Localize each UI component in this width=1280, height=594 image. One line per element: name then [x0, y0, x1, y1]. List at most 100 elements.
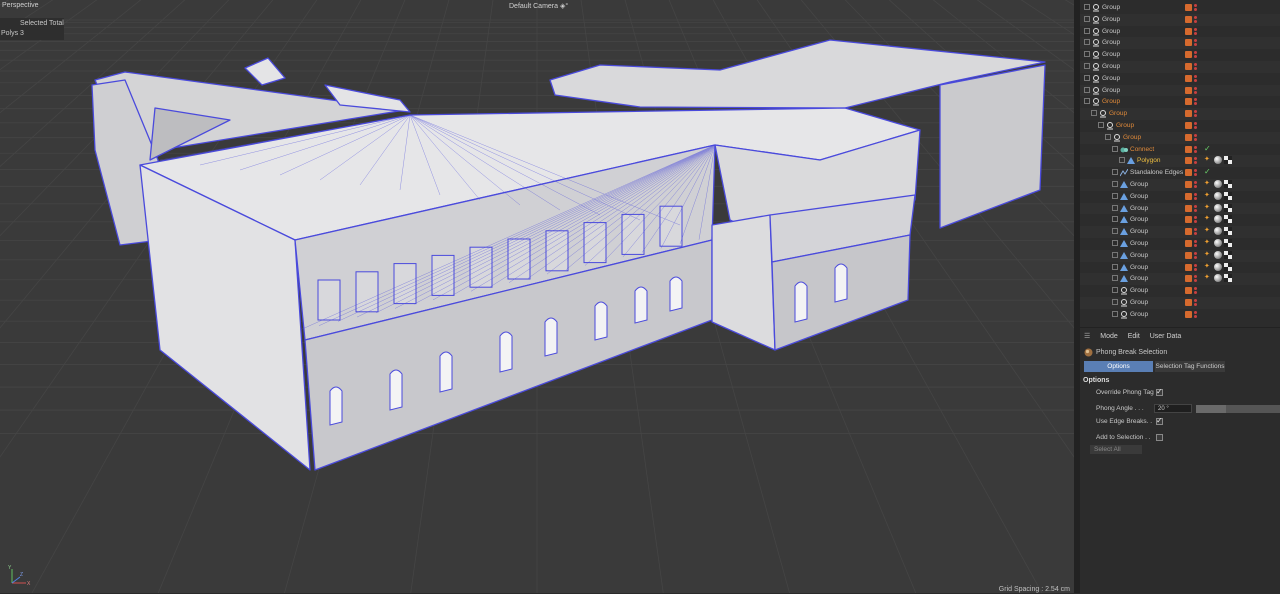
visibility-dots-icon[interactable]: [1194, 27, 1197, 36]
visibility-dots-icon[interactable]: [1194, 133, 1197, 142]
layer-color-swatch[interactable]: [1185, 251, 1192, 259]
tree-toggle-icon[interactable]: [1112, 275, 1118, 282]
menu-mode[interactable]: Mode: [1100, 333, 1118, 340]
object-row[interactable]: Group: [1080, 73, 1280, 85]
phong-tag-icon[interactable]: [1214, 262, 1222, 271]
object-row[interactable]: Group: [1080, 297, 1280, 309]
tree-toggle-icon[interactable]: [1084, 51, 1090, 58]
selection-tag-icon[interactable]: [1224, 156, 1232, 165]
star-tag-icon[interactable]: ✦: [1204, 251, 1212, 259]
tree-toggle-icon[interactable]: [1112, 181, 1118, 187]
layer-color-swatch[interactable]: [1185, 192, 1192, 200]
tree-toggle-icon[interactable]: [1084, 86, 1090, 93]
view-name-label[interactable]: Perspective: [2, 2, 39, 9]
tree-toggle-icon[interactable]: [1112, 299, 1118, 305]
selection-tag-icon[interactable]: [1224, 215, 1232, 224]
layer-color-swatch[interactable]: [1185, 39, 1192, 47]
phong-tag-icon[interactable]: [1214, 274, 1222, 283]
object-row[interactable]: Group ✦: [1080, 262, 1280, 274]
tree-toggle-icon[interactable]: [1112, 192, 1118, 199]
object-row[interactable]: Group ✦: [1080, 179, 1280, 191]
layer-color-swatch[interactable]: [1185, 4, 1192, 11]
object-row[interactable]: Group: [1080, 26, 1280, 38]
camera-label[interactable]: Default Camera ◈°: [509, 2, 568, 10]
star-tag-icon[interactable]: ✦: [1204, 239, 1212, 247]
visibility-dots-icon[interactable]: [1194, 251, 1197, 260]
object-row[interactable]: Group: [1080, 2, 1280, 14]
layer-color-swatch[interactable]: [1185, 275, 1192, 283]
selection-tag-icon[interactable]: [1224, 274, 1232, 283]
selection-tag-icon[interactable]: [1224, 203, 1232, 212]
visibility-dots-icon[interactable]: [1194, 15, 1197, 24]
layer-color-swatch[interactable]: [1185, 63, 1192, 70]
star-tag-icon[interactable]: ✦: [1204, 274, 1212, 282]
layer-color-swatch[interactable]: [1185, 15, 1192, 23]
phong-tag-icon[interactable]: [1214, 239, 1222, 247]
visibility-dots-icon[interactable]: [1194, 215, 1197, 224]
object-label[interactable]: Standalone Edges: [1130, 167, 1183, 179]
tree-toggle-icon[interactable]: [1112, 228, 1118, 235]
object-row[interactable]: Group: [1080, 49, 1280, 61]
object-row[interactable]: Group ✦: [1080, 226, 1280, 238]
tree-toggle-icon[interactable]: [1112, 169, 1118, 176]
object-label[interactable]: Group: [1116, 120, 1134, 132]
selection-tag-icon[interactable]: [1224, 239, 1232, 247]
object-label[interactable]: Group: [1102, 85, 1120, 97]
object-label[interactable]: Group: [1130, 309, 1148, 321]
object-label[interactable]: Group: [1130, 191, 1148, 203]
tree-toggle-icon[interactable]: [1119, 157, 1125, 164]
visibility-dots-icon[interactable]: [1194, 274, 1197, 283]
menu-user-data[interactable]: User Data: [1150, 333, 1182, 340]
object-row[interactable]: Group ✦: [1080, 214, 1280, 226]
add-to-selection-checkbox[interactable]: [1156, 434, 1163, 441]
object-label[interactable]: Group: [1102, 73, 1120, 85]
star-tag-icon[interactable]: ✦: [1204, 180, 1212, 188]
star-tag-icon[interactable]: ✦: [1204, 204, 1212, 212]
visibility-dots-icon[interactable]: [1194, 86, 1197, 95]
menu-edit[interactable]: Edit: [1128, 333, 1140, 340]
star-tag-icon[interactable]: ✦: [1204, 192, 1212, 200]
layer-color-swatch[interactable]: [1185, 240, 1192, 247]
tree-toggle-icon[interactable]: [1105, 133, 1111, 140]
tree-toggle-icon[interactable]: [1084, 27, 1090, 34]
object-row[interactable]: Group: [1080, 61, 1280, 73]
object-row[interactable]: Group ✦: [1080, 249, 1280, 262]
object-row[interactable]: Group ✦: [1080, 273, 1280, 286]
object-label[interactable]: Group: [1123, 132, 1141, 144]
object-row[interactable]: Group: [1080, 84, 1280, 97]
visibility-dots-icon[interactable]: [1194, 263, 1197, 272]
tree-toggle-icon[interactable]: [1112, 216, 1118, 223]
selection-tag-icon[interactable]: [1224, 227, 1232, 236]
object-row[interactable]: Group: [1080, 13, 1280, 26]
object-label[interactable]: Group: [1102, 49, 1120, 61]
object-manager[interactable]: Group Group Group Group Group Group Group Group…: [1080, 0, 1280, 327]
star-tag-icon[interactable]: ✦: [1204, 263, 1212, 271]
hamburger-icon[interactable]: ☰: [1084, 333, 1090, 340]
phong-tag-icon[interactable]: [1214, 227, 1222, 236]
tree-toggle-icon[interactable]: [1084, 74, 1090, 81]
object-row[interactable]: Group ✦: [1080, 238, 1280, 250]
use-edge-breaks-checkbox[interactable]: [1156, 416, 1163, 425]
phong-tag-icon[interactable]: [1214, 203, 1222, 212]
tree-toggle-icon[interactable]: [1112, 263, 1118, 270]
layer-color-swatch[interactable]: [1185, 299, 1192, 306]
check-icon[interactable]: ✓: [1204, 168, 1212, 176]
object-row[interactable]: Group: [1080, 37, 1280, 50]
selection-tag-icon[interactable]: [1224, 191, 1232, 200]
phong-tag-icon[interactable]: [1214, 156, 1222, 165]
object-row[interactable]: Group: [1080, 120, 1280, 132]
tree-toggle-icon[interactable]: [1112, 240, 1118, 246]
object-row[interactable]: Group ✦: [1080, 191, 1280, 203]
star-tag-icon[interactable]: ✦: [1204, 227, 1212, 235]
visibility-dots-icon[interactable]: [1194, 286, 1197, 295]
layer-color-swatch[interactable]: [1185, 27, 1192, 35]
object-label[interactable]: Group: [1102, 61, 1120, 73]
visibility-dots-icon[interactable]: [1194, 62, 1197, 71]
layer-color-swatch[interactable]: [1185, 145, 1192, 153]
layer-color-swatch[interactable]: [1185, 228, 1192, 236]
visibility-dots-icon[interactable]: [1194, 168, 1197, 177]
building-mesh[interactable]: [0, 0, 1074, 593]
visibility-dots-icon[interactable]: [1194, 121, 1197, 130]
object-row[interactable]: Group: [1080, 309, 1280, 321]
object-row[interactable]: Standalone Edges ✓: [1080, 167, 1280, 179]
